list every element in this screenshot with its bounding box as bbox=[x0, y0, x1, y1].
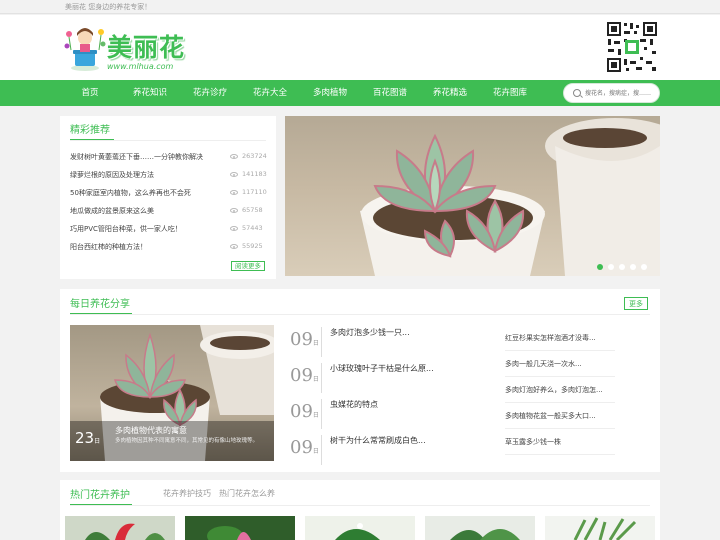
feature-caption[interactable]: 多肉植物代表的寓意 bbox=[115, 425, 187, 436]
flower-thumbnail[interactable] bbox=[65, 516, 175, 540]
list-item[interactable]: 多肉一般几天浇一次水... bbox=[505, 353, 615, 377]
flower-thumbnail[interactable] bbox=[305, 516, 415, 540]
slider-dot-5[interactable] bbox=[641, 264, 647, 270]
eye-icon bbox=[230, 208, 238, 213]
item-date: 09日 bbox=[290, 437, 319, 458]
article-title[interactable]: 多肉灯泡好养么，多肉灯泡怎... bbox=[505, 385, 603, 395]
article-title[interactable]: 多肉植物花盆一般买多大口... bbox=[505, 411, 596, 421]
nav-succulents[interactable]: 多肉植物 bbox=[300, 80, 360, 106]
divider bbox=[70, 505, 650, 506]
list-item[interactable]: 50种家庭室内植物，这么养再也不会死 117110 bbox=[70, 188, 267, 200]
nav-gallery[interactable]: 花卉图库 bbox=[480, 80, 540, 106]
list-item[interactable]: 地瓜做成的盆景原来这么美 65758 bbox=[70, 206, 266, 218]
recommend-title: 精彩推荐 bbox=[70, 125, 110, 136]
article-title[interactable]: 发财树叶黄萎蔫还下垂……一分钟教你解决 bbox=[70, 152, 203, 162]
flower-thumbnail[interactable] bbox=[545, 516, 655, 540]
nav-knowledge[interactable]: 养花知识 bbox=[120, 80, 180, 106]
eye-icon bbox=[230, 172, 238, 177]
list-item[interactable]: 09日 虫媒花的特点 bbox=[290, 399, 485, 429]
list-item[interactable]: 发财树叶黄萎蔫还下垂……一分钟教你解决 263724 bbox=[70, 152, 267, 164]
qr-code-icon bbox=[606, 21, 658, 73]
list-item[interactable]: 多肉植物花盆一般买多大口... bbox=[505, 405, 615, 429]
article-title[interactable]: 树干为什么常常刷成白色... bbox=[330, 435, 426, 446]
eye-icon bbox=[230, 190, 238, 195]
flower-thumbnail[interactable] bbox=[185, 516, 295, 540]
search-input[interactable] bbox=[585, 87, 655, 100]
succulent-photo bbox=[360, 118, 660, 276]
top-bar: 美丽花 您身边的养花专家！ bbox=[0, 0, 720, 14]
view-count: 141183 bbox=[242, 170, 267, 178]
tab-how-to-grow[interactable]: 热门花卉怎么养 bbox=[219, 488, 275, 499]
site-slogan: 美丽花 您身边的养花专家！ bbox=[65, 3, 152, 11]
divider bbox=[321, 435, 322, 465]
feature-article[interactable]: 23日 多肉植物代表的寓意 多肉植物因其种不同寓意不同，其常见的有像山地玫瑰等。 bbox=[70, 325, 274, 461]
item-date: 09日 bbox=[290, 401, 319, 422]
read-more-button[interactable]: 阅读更多 bbox=[231, 261, 265, 271]
more-button[interactable]: 更多 bbox=[624, 297, 648, 310]
slider-dot-2[interactable] bbox=[608, 264, 614, 270]
article-title[interactable]: 虫媒花的特点 bbox=[330, 399, 378, 410]
view-count: 263724 bbox=[242, 152, 267, 160]
view-count: 65758 bbox=[242, 206, 263, 214]
list-item[interactable]: 09日 多肉灯泡多少钱一只... bbox=[290, 327, 485, 357]
item-date: 09日 bbox=[290, 329, 319, 350]
nav-diagnosis[interactable]: 花卉诊疗 bbox=[180, 80, 240, 106]
article-title[interactable]: 多肉灯泡多少钱一只... bbox=[330, 327, 410, 338]
article-title[interactable]: 绿萝烂根的原因及处理方法 bbox=[70, 170, 154, 180]
article-title[interactable]: 红豆杉果实怎样泡酒才没毒... bbox=[505, 333, 596, 343]
view-count: 57443 bbox=[242, 224, 263, 232]
nav-selection[interactable]: 养花精选 bbox=[420, 80, 480, 106]
feature-date: 23日 bbox=[75, 429, 101, 447]
article-title[interactable]: 阳台西红柿的种植方法！ bbox=[70, 242, 147, 252]
divider bbox=[70, 140, 266, 141]
list-item[interactable]: 09日 树干为什么常常刷成白色... bbox=[290, 435, 485, 465]
slider-dot-1[interactable] bbox=[597, 264, 603, 270]
feature-summary: 多肉植物因其种不同寓意不同，其常见的有像山地玫瑰等。 bbox=[115, 438, 259, 444]
item-date: 09日 bbox=[290, 365, 319, 386]
article-title[interactable]: 小球玫瑰叶子干枯是什么原... bbox=[330, 363, 434, 374]
view-count: 55925 bbox=[242, 242, 263, 250]
site-logo[interactable]: 美丽花 www.mlhua.com bbox=[63, 22, 203, 78]
list-item[interactable]: 绿萝烂根的原因及处理方法 141183 bbox=[70, 170, 267, 182]
logo-text: 美丽花 bbox=[107, 33, 186, 62]
site-header: 美丽花 www.mlhua.com bbox=[0, 15, 720, 80]
list-item[interactable]: 草玉露多少钱一株 bbox=[505, 431, 615, 455]
logo-girl-flowerpot-icon bbox=[64, 28, 106, 71]
article-title[interactable]: 地瓜做成的盆景原来这么美 bbox=[70, 206, 154, 216]
list-item[interactable]: 阳台西红柿的种植方法！ 55925 bbox=[70, 242, 266, 254]
divider bbox=[321, 327, 322, 357]
hero-slider[interactable] bbox=[285, 116, 660, 276]
list-item[interactable]: 红豆杉果实怎样泡酒才没毒... bbox=[505, 327, 615, 351]
list-item[interactable]: 巧用PVC管阳台种菜，供一家人吃！ 57443 bbox=[70, 224, 266, 236]
tab-care-tips[interactable]: 花卉养护技巧 bbox=[163, 488, 211, 499]
article-title[interactable]: 草玉露多少钱一株 bbox=[505, 437, 561, 447]
list-item[interactable]: 多肉灯泡好养么，多肉灯泡怎... bbox=[505, 379, 615, 403]
article-title[interactable]: 50种家庭室内植物，这么养再也不会死 bbox=[70, 188, 191, 198]
eye-icon bbox=[230, 154, 238, 159]
list-item[interactable]: 09日 小球玫瑰叶子干枯是什么原... bbox=[290, 363, 485, 393]
eye-icon bbox=[230, 226, 238, 231]
nav-home[interactable]: 首页 bbox=[60, 80, 120, 106]
eye-icon bbox=[230, 244, 238, 249]
view-count: 117110 bbox=[242, 188, 267, 196]
daily-title: 每日养花分享 bbox=[70, 299, 130, 310]
slider-dot-3[interactable] bbox=[619, 264, 625, 270]
article-title[interactable]: 巧用PVC管阳台种菜，供一家人吃！ bbox=[70, 224, 182, 234]
divider bbox=[321, 399, 322, 429]
divider bbox=[321, 363, 322, 393]
hot-title: 热门花卉养护 bbox=[70, 490, 130, 501]
nav-encyclopedia[interactable]: 花卉大全 bbox=[240, 80, 300, 106]
flower-thumbnail[interactable] bbox=[425, 516, 535, 540]
search-box[interactable] bbox=[563, 83, 660, 103]
nav-atlas[interactable]: 百花图谱 bbox=[360, 80, 420, 106]
slider-dot-4[interactable] bbox=[630, 264, 636, 270]
search-icon[interactable] bbox=[573, 89, 581, 97]
logo-url: www.mlhua.com bbox=[107, 62, 174, 71]
divider bbox=[70, 314, 650, 315]
article-title[interactable]: 多肉一般几天浇一次水... bbox=[505, 359, 582, 369]
